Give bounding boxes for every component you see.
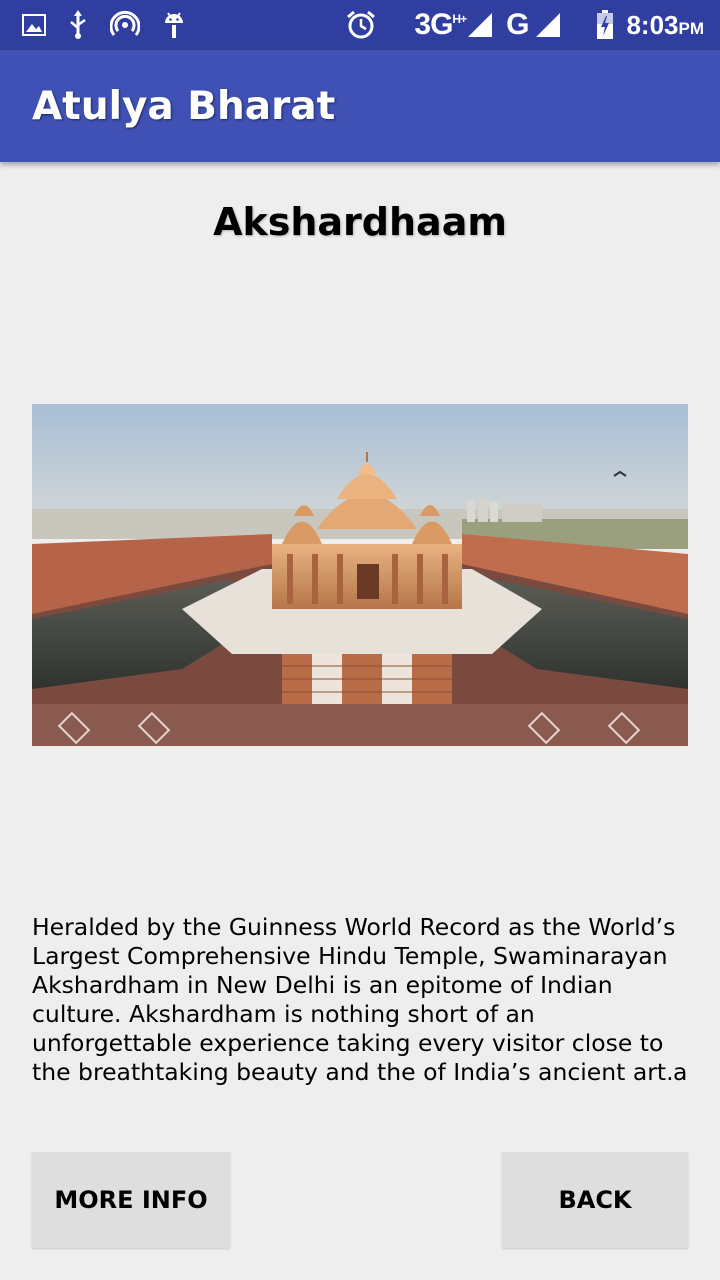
- more-info-button[interactable]: MORE INFO: [32, 1152, 230, 1248]
- clock: 8:03PM: [626, 9, 704, 40]
- app-bar: Atulya Bharat: [0, 50, 720, 162]
- network-type-primary: 3GH+: [414, 8, 467, 41]
- usb-icon: [68, 10, 88, 40]
- battery-icon: [596, 10, 614, 40]
- status-bar-notifications: [0, 0, 186, 50]
- signal-icon: [466, 11, 494, 39]
- place-description: Heralded by the Guinness World Record as…: [32, 913, 676, 1086]
- network-type-secondary: G: [506, 8, 529, 41]
- status-bar: 3GH+ G 8:03PM: [0, 0, 720, 50]
- image-icon: [22, 14, 46, 36]
- status-bar-system: 3GH+ G 8:03PM: [346, 0, 720, 50]
- app-title: Atulya Bharat: [32, 83, 336, 129]
- android-icon: [162, 10, 186, 40]
- akshardham-temple-photo: [32, 404, 688, 746]
- hotspot-icon: [110, 10, 140, 40]
- place-title: Akshardhaam: [213, 200, 507, 244]
- signal-icon-secondary: [534, 11, 562, 39]
- back-button[interactable]: BACK: [502, 1152, 688, 1248]
- alarm-icon: [346, 10, 376, 40]
- description-trailing-text: a: [673, 1058, 688, 1086]
